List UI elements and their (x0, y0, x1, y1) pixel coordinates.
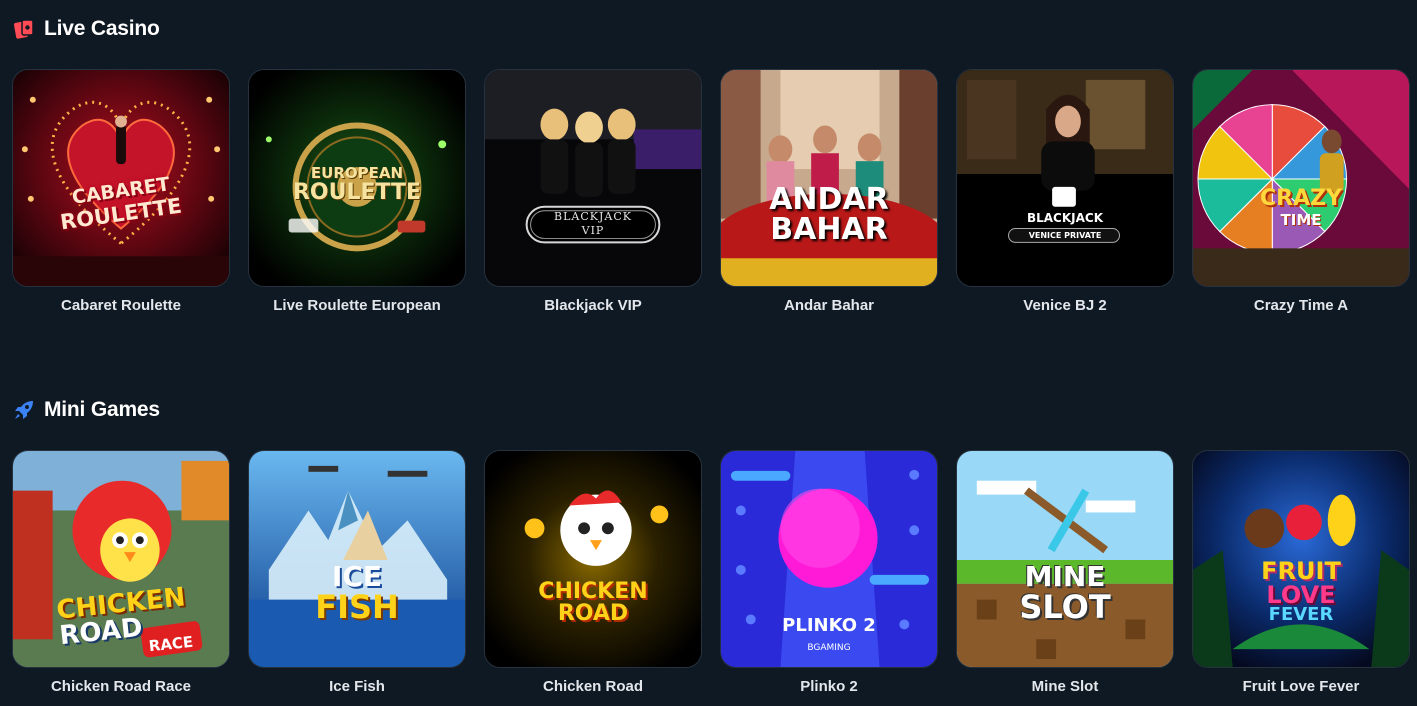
game-thumbnail[interactable]: CABARET ROULETTE (12, 69, 230, 287)
game-card-mine-slot[interactable]: MINE SLOT Mine Slot (956, 450, 1174, 695)
game-title[interactable]: Blackjack VIP (484, 297, 702, 314)
logo-line: TIME (1280, 211, 1322, 229)
game-thumbnail[interactable]: CHICKEN ROAD RACE (12, 450, 230, 668)
mini-games-row: CHICKEN ROAD RACE Chicken Road Race ICE … (12, 450, 1410, 695)
game-title[interactable]: Mine Slot (956, 678, 1174, 695)
game-thumbnail[interactable]: MINE SLOT (956, 450, 1174, 668)
game-card-cabaret-roulette[interactable]: CABARET ROULETTE Cabaret Roulette (12, 69, 230, 314)
logo-line: CRAZY (1260, 186, 1342, 211)
game-card-blackjack-vip[interactable]: BLACKJACK VIP Blackjack VIP (484, 69, 702, 314)
mini-games-section: Mini Games CHICKEN ROAD RACE Chicken Roa… (12, 395, 1410, 695)
ice-fish-art (249, 451, 465, 667)
game-thumbnail[interactable]: PLINKO 2 BGAMING (720, 450, 938, 668)
logo-line: FRUIT (1261, 557, 1341, 585)
game-card-ice-fish[interactable]: ICE FISH Ice Fish (248, 450, 466, 695)
game-card-plinko-2[interactable]: PLINKO 2 BGAMING Plinko 2 (720, 450, 938, 695)
game-card-venice-bj-2[interactable]: BLACKJACK VENICE PRIVATE Venice BJ 2 (956, 69, 1174, 314)
mine-slot-art (957, 451, 1173, 667)
game-thumbnail[interactable]: BLACKJACK VIP (484, 69, 702, 287)
live-casino-section: Live Casino CABARET ROULETTE Cabaret Rou… (12, 14, 1410, 314)
game-title[interactable]: Cabaret Roulette (12, 297, 230, 314)
cards-icon (12, 17, 36, 41)
logo-line: BGAMING (807, 643, 851, 653)
rocket-icon (12, 398, 36, 422)
game-thumbnail[interactable]: CHICKEN ROAD (484, 450, 702, 668)
logo-line: CHICKEN (538, 579, 648, 604)
game-thumbnail[interactable]: BLACKJACK VENICE PRIVATE (956, 69, 1174, 287)
logo-line: FEVER (1268, 604, 1334, 625)
logo-line: BLACKJACK (554, 210, 632, 223)
logo-line: BLACKJACK (1026, 211, 1104, 225)
section-title: Live Casino (44, 17, 160, 40)
game-title[interactable]: Andar Bahar (720, 297, 938, 314)
game-thumbnail[interactable]: ICE FISH (248, 450, 466, 668)
chicken-road-art (485, 451, 701, 667)
blackjack-vip-art (485, 70, 701, 286)
venice-bj-art (957, 70, 1173, 286)
logo-line: ANDAR (769, 182, 889, 217)
game-card-chicken-road-race[interactable]: CHICKEN ROAD RACE Chicken Road Race (12, 450, 230, 695)
game-card-andar-bahar[interactable]: ANDAR BAHAR Andar Bahar (720, 69, 938, 314)
game-thumbnail[interactable]: ANDAR BAHAR (720, 69, 938, 287)
live-casino-row: CABARET ROULETTE Cabaret Roulette EUROPE… (12, 69, 1410, 314)
game-title[interactable]: Chicken Road (484, 678, 702, 695)
game-card-chicken-road[interactable]: CHICKEN ROAD Chicken Road (484, 450, 702, 695)
section-title: Mini Games (44, 398, 160, 421)
logo-line: FISH (315, 588, 399, 626)
logo-line: VIP (581, 224, 605, 237)
game-title[interactable]: Live Roulette European (248, 297, 466, 314)
logo-line: ROULETTE (292, 180, 422, 205)
logo-line: BAHAR (770, 212, 888, 247)
game-thumbnail[interactable]: CRAZY TIME (1192, 69, 1410, 287)
logo-line: SLOT (1019, 588, 1111, 626)
game-thumbnail[interactable]: EUROPEAN ROULETTE (248, 69, 466, 287)
game-card-fruit-love-fever[interactable]: FRUIT LOVE FEVER Fruit Love Fever (1192, 450, 1410, 695)
andar-bahar-art (721, 70, 937, 286)
mini-games-header: Mini Games (12, 395, 1407, 425)
logo-line: ICE (331, 560, 383, 593)
logo-line: ROAD (557, 601, 629, 626)
game-card-crazy-time-a[interactable]: CRAZY TIME Crazy Time A (1192, 69, 1410, 314)
logo-line: MINE (1024, 560, 1106, 593)
game-title[interactable]: Chicken Road Race (12, 678, 230, 695)
game-title[interactable]: Fruit Love Fever (1192, 678, 1410, 695)
game-title[interactable]: Crazy Time A (1192, 297, 1410, 314)
game-card-live-roulette-european[interactable]: EUROPEAN ROULETTE Live Roulette European (248, 69, 466, 314)
game-title[interactable]: Venice BJ 2 (956, 297, 1174, 314)
game-title[interactable]: Ice Fish (248, 678, 466, 695)
crazy-time-art (1193, 70, 1409, 286)
logo-line: VENICE PRIVATE (1028, 231, 1102, 240)
game-thumbnail[interactable]: FRUIT LOVE FEVER (1192, 450, 1410, 668)
live-casino-header: Live Casino (12, 14, 1407, 44)
logo-line: PLINKO 2 (782, 615, 876, 636)
logo-line: EUROPEAN (310, 164, 404, 182)
game-title[interactable]: Plinko 2 (720, 678, 938, 695)
